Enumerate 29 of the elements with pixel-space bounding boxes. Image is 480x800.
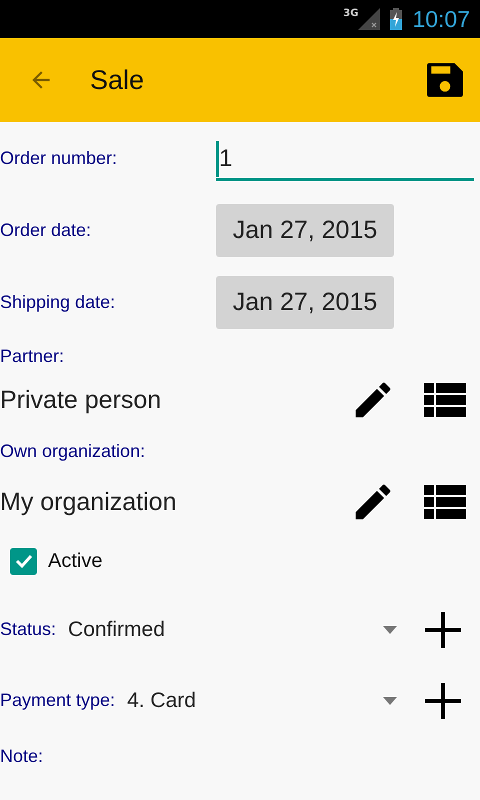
clock: 10:07 [412,6,470,32]
section-label: Own organization: [0,440,146,462]
dropdown-arrow-icon [383,696,397,704]
dropdown[interactable]: Confirmed [56,610,425,650]
signal-icon [358,8,380,30]
reference-value: My organization [0,488,178,516]
date-button[interactable]: Jan 27, 2015 [216,276,394,328]
save-icon[interactable] [426,61,464,99]
checkbox-label: Active [48,550,102,572]
dropdown-arrow-icon [383,626,397,634]
section-label: Note: [0,746,44,766]
date-button[interactable]: Jan 27, 2015 [216,204,394,256]
field-label: Status: [0,619,56,640]
reference-value: Private person [0,386,162,414]
field-label: Order number: [0,148,118,168]
add-icon[interactable] [425,682,461,718]
field-label: Shipping date: [0,292,116,312]
screen-title: Sale [90,64,146,96]
checkbox[interactable] [10,548,37,574]
battery-icon [390,8,402,30]
field-label: Payment type: [0,690,116,711]
list-icon[interactable] [424,485,466,519]
network-type: 3G [343,8,358,19]
order-number-field[interactable]: 1 [216,139,474,181]
section-label: Partner: [0,346,64,366]
field-label: Order date: [0,220,92,240]
add-icon[interactable] [425,612,461,648]
list-icon[interactable] [424,383,466,417]
dropdown[interactable]: 4. Card [115,680,425,720]
